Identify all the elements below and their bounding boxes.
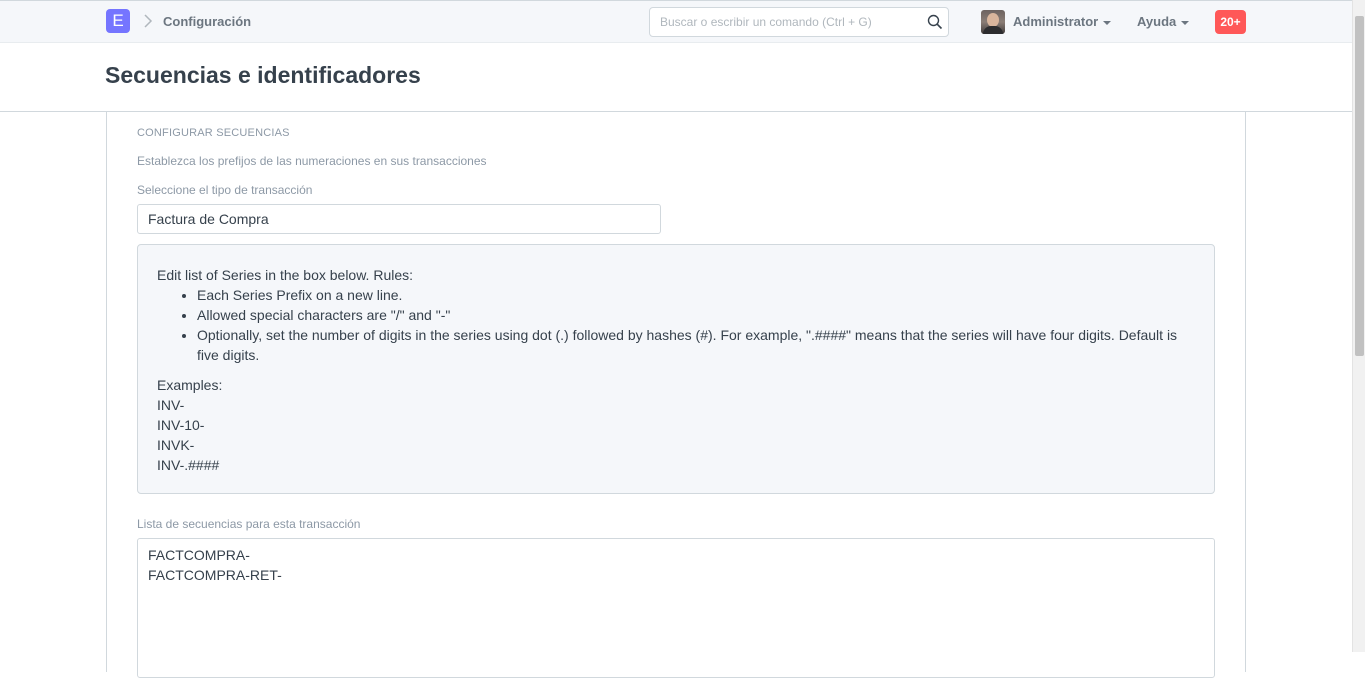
- series-line: FACTCOMPRA-: [148, 547, 250, 563]
- page-head: Secuencias e identificadores: [0, 43, 1352, 112]
- series-list-label: Lista de secuencias para esta transacció…: [137, 517, 361, 531]
- help-menu-label: Ayuda: [1137, 14, 1177, 29]
- series-line: FACTCOMPRA-RET-: [148, 567, 282, 583]
- transaction-type-select[interactable]: Factura de Compra: [137, 204, 661, 234]
- example-line: INV-: [157, 397, 185, 413]
- help-rules-list: Each Series Prefix on a new line. Allowe…: [197, 285, 1195, 365]
- page-scrollbar[interactable]: [1352, 0, 1365, 652]
- user-menu[interactable]: Administrator: [1013, 14, 1112, 29]
- search-icon[interactable]: [927, 14, 943, 30]
- series-help-box: Edit list of Series in the box below. Ru…: [137, 244, 1215, 494]
- example-line: INV-.####: [157, 457, 220, 473]
- help-rule: Allowed special characters are "/" and "…: [197, 305, 1195, 325]
- form-layout: CONFIGURAR SECUENCIAS Establezca los pre…: [106, 112, 1246, 678]
- avatar-body: [983, 26, 1003, 34]
- help-intro: Edit list of Series in the box below. Ru…: [157, 267, 414, 283]
- example-line: INVK-: [157, 437, 195, 453]
- help-rule: Optionally, set the number of digits in …: [197, 325, 1195, 365]
- section-heading[interactable]: CONFIGURAR SECUENCIAS: [137, 127, 290, 139]
- help-menu[interactable]: Ayuda: [1137, 14, 1190, 29]
- example-line: INV-10-: [157, 417, 205, 433]
- examples-heading: Examples:: [157, 377, 223, 393]
- app-logo[interactable]: E: [106, 9, 130, 33]
- scrollbar-thumb[interactable]: [1355, 16, 1364, 356]
- page-title: Secuencias e identificadores: [105, 62, 421, 88]
- user-avatar[interactable]: [981, 10, 1005, 34]
- series-list-textarea[interactable]: FACTCOMPRA- FACTCOMPRA-RET-: [137, 538, 1215, 678]
- chevron-right-icon: [144, 14, 153, 28]
- help-rule: Each Series Prefix on a new line.: [197, 285, 1195, 305]
- avatar-face: [987, 13, 999, 27]
- notifications-badge[interactable]: 20+: [1215, 10, 1246, 34]
- caret-down-icon: [1181, 20, 1190, 25]
- breadcrumb-configuracion[interactable]: Configuración: [163, 14, 251, 29]
- search-box: [649, 7, 949, 37]
- top-navbar: E Configuración Administrator Ayuda 20+: [0, 0, 1352, 43]
- search-input[interactable]: [650, 8, 920, 36]
- transaction-type-label: Seleccione el tipo de transacción: [137, 183, 313, 197]
- section-description: Establezca los prefijos de las numeracio…: [137, 154, 487, 168]
- user-menu-label: Administrator: [1013, 14, 1099, 29]
- caret-down-icon: [1103, 20, 1112, 25]
